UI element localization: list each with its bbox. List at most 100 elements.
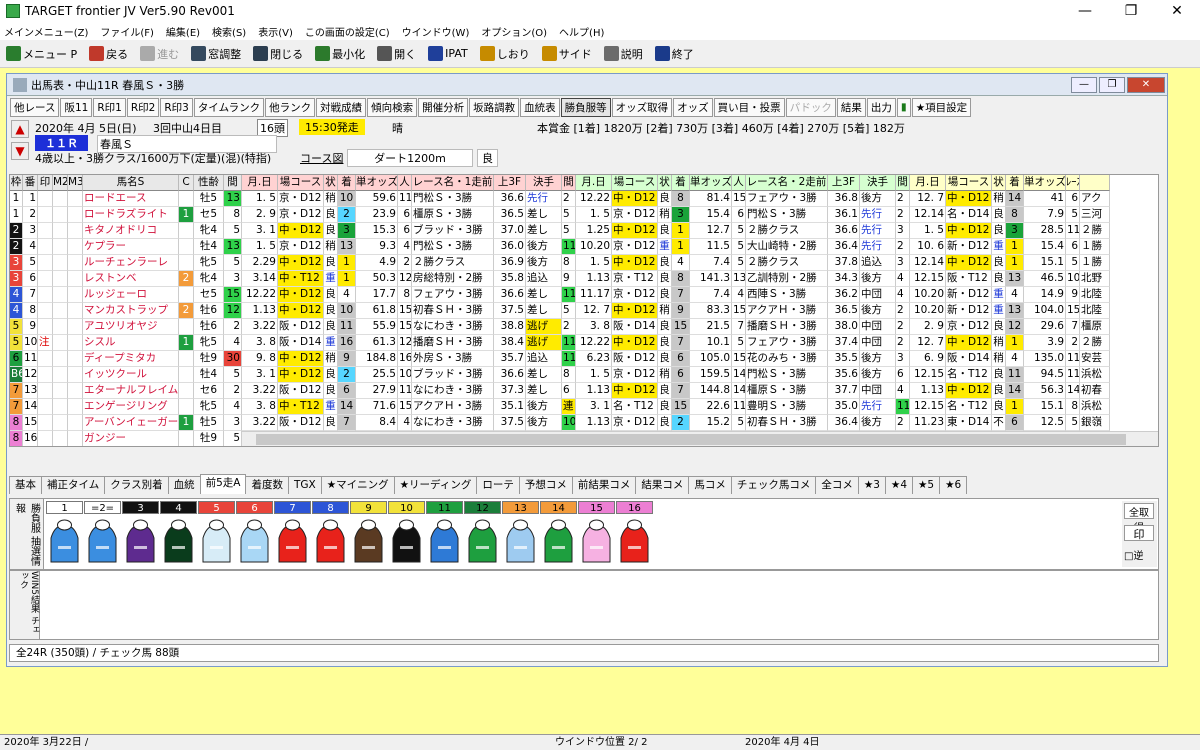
tab-11[interactable]: 前結果コメ — [571, 476, 637, 494]
header-left-0[interactable]: 枠 — [10, 175, 23, 191]
menu-file[interactable]: ファイル(F) — [100, 24, 154, 39]
horizontal-scrollbar[interactable] — [242, 431, 1158, 446]
tab-16[interactable]: ★3 — [857, 476, 886, 494]
header-p1-8[interactable]: 決手 — [526, 175, 562, 191]
toolbar-button-3[interactable]: 窓調整 — [191, 46, 241, 62]
header-p2-4[interactable]: 単オッズ — [690, 175, 732, 191]
function-button-15[interactable]: 買い目・投票 — [713, 97, 785, 117]
horse-name[interactable]: ケプラー — [83, 239, 179, 255]
reverse-checkbox[interactable]: □逆 — [1124, 547, 1143, 562]
menu-search[interactable]: 検索(S) — [212, 24, 246, 39]
header-p1-1[interactable]: 場コース — [278, 175, 324, 191]
function-button-3[interactable]: R印2 — [126, 97, 160, 117]
header-p3-2[interactable]: 状 — [992, 175, 1006, 191]
toolbar-button-8[interactable]: しおり — [479, 46, 530, 62]
header-p1-6[interactable]: レース名・1走前 — [412, 175, 494, 191]
tab-2[interactable]: クラス別着 — [104, 476, 169, 494]
toolbar-button-11[interactable]: 終了 — [654, 46, 694, 62]
menu-window[interactable]: ウインドウ(W) — [402, 24, 470, 39]
horse-name[interactable]: ロードラズライト — [83, 207, 179, 223]
horse-name[interactable]: ルッジェーロ — [83, 287, 179, 303]
header-p3-1[interactable]: 場コース — [946, 175, 992, 191]
toolbar-button-2[interactable]: 進む — [140, 46, 179, 62]
header-p2-6[interactable]: レース名・2走前 — [746, 175, 828, 191]
header-p1-0[interactable]: 月.日 — [242, 175, 278, 191]
child-restore-button[interactable]: ❐ — [1099, 76, 1125, 93]
horse-name[interactable]: シスル — [83, 335, 179, 351]
header-left-7[interactable]: 性齢 — [194, 175, 224, 191]
header-p3-0[interactable]: 月.日 — [910, 175, 946, 191]
course-map-link[interactable]: コース図 — [300, 150, 343, 166]
function-button-6[interactable]: 他ランク — [265, 97, 316, 117]
menu-screen-settings[interactable]: この画面の設定(C) — [305, 24, 390, 39]
function-button-18[interactable]: 出力 — [866, 97, 896, 117]
function-button-9[interactable]: 開催分析 — [418, 97, 469, 117]
tab-17[interactable]: ★4 — [884, 476, 914, 494]
horse-name[interactable]: ディープミタカ — [83, 351, 179, 367]
minimize-window-button[interactable]: — — [1062, 0, 1108, 22]
tab-14[interactable]: チェック馬コメ — [730, 476, 817, 494]
function-button-7[interactable]: 対戦成績 — [316, 97, 367, 117]
header-left-8[interactable]: 間 — [224, 175, 242, 191]
horse-name[interactable]: レストンベ — [83, 271, 179, 287]
horse-name[interactable]: アーバンイェーガー — [83, 415, 179, 431]
tab-12[interactable]: 結果コメ — [635, 476, 690, 494]
header-p2-3[interactable]: 着 — [672, 175, 690, 191]
header-left-6[interactable]: C — [179, 175, 194, 191]
tab-1[interactable]: 補正タイム — [41, 476, 106, 494]
menu-options[interactable]: オプション(O) — [481, 24, 547, 39]
horse-name[interactable]: ロードエース — [83, 191, 179, 207]
scrollbar-thumb[interactable] — [256, 434, 1126, 445]
horse-name[interactable]: ガンジー — [83, 431, 179, 446]
toolbar-button-4[interactable]: 閉じる — [253, 46, 303, 62]
header-p1-2[interactable]: 状 — [324, 175, 338, 191]
function-button-16[interactable]: パドック — [785, 97, 836, 117]
horse-name[interactable]: エンゲージリング — [83, 399, 179, 415]
function-button-13[interactable]: オッズ取得 — [611, 97, 673, 117]
header-left-2[interactable]: 印 — [38, 175, 53, 191]
header-p3-4[interactable]: 単オッズ — [1024, 175, 1066, 191]
mark-toggle[interactable]: 印 — [1124, 525, 1154, 541]
next-race-arrow-icon[interactable]: ▼ — [11, 142, 29, 160]
toolbar-button-1[interactable]: 戻る — [89, 46, 128, 62]
header-p3-6[interactable] — [1080, 175, 1110, 191]
tab-13[interactable]: 馬コメ — [688, 476, 732, 494]
horse-name[interactable]: エターナルフレイム — [83, 383, 179, 399]
header-p2-2[interactable]: 状 — [658, 175, 672, 191]
function-button-8[interactable]: 傾向検索 — [367, 97, 418, 117]
tab-10[interactable]: 予想コメ — [518, 476, 573, 494]
horse-name[interactable]: アユツリオヤジ — [83, 319, 179, 335]
child-close-button[interactable]: ✕ — [1127, 76, 1165, 93]
header-p1-7[interactable]: 上3F — [494, 175, 526, 191]
header-p3-3[interactable]: 着 — [1006, 175, 1024, 191]
header-p1-3[interactable]: 着 — [338, 175, 356, 191]
header-p2-5[interactable]: 人 — [732, 175, 746, 191]
function-button-1[interactable]: 阪11 — [60, 97, 93, 117]
prev-race-arrow-icon[interactable]: ▲ — [11, 120, 29, 138]
tab-9[interactable]: ローテ — [476, 476, 520, 494]
horse-name[interactable]: イッツクール — [83, 367, 179, 383]
toolbar-button-9[interactable]: サイド — [541, 46, 592, 62]
maximize-window-button[interactable]: ❐ — [1108, 0, 1154, 22]
function-button-11[interactable]: 血統表 — [520, 97, 560, 117]
menu-main[interactable]: メインメニュー(Z) — [4, 24, 88, 39]
tab-6[interactable]: TGX — [287, 476, 322, 494]
tab-15[interactable]: 全コメ — [815, 476, 859, 494]
function-button-0[interactable]: 他レース — [10, 97, 60, 117]
close-window-button[interactable]: ✕ — [1154, 0, 1200, 22]
tab-5[interactable]: 着度数 — [245, 476, 289, 494]
horse-name[interactable]: ルーチェンラーレ — [83, 255, 179, 271]
header-p2-8[interactable]: 決手 — [860, 175, 896, 191]
function-button-10[interactable]: 坂路調教 — [469, 97, 520, 117]
get-all-button[interactable]: 全取得 — [1124, 503, 1154, 534]
tab-19[interactable]: ★6 — [939, 476, 968, 494]
horse-name[interactable]: キタノオドリコ — [83, 223, 179, 239]
function-button-2[interactable]: R印1 — [93, 97, 126, 117]
menu-edit[interactable]: 編集(E) — [166, 24, 200, 39]
toolbar-button-6[interactable]: 開く — [377, 46, 416, 62]
function-button-12[interactable]: 勝負服等 — [560, 97, 611, 117]
tab-3[interactable]: 血統 — [167, 476, 201, 494]
horse-name[interactable]: マンカストラップ — [83, 303, 179, 319]
header-left-4[interactable]: M3 — [68, 175, 83, 191]
function-button-19[interactable]: ★項目設定 — [911, 97, 972, 117]
